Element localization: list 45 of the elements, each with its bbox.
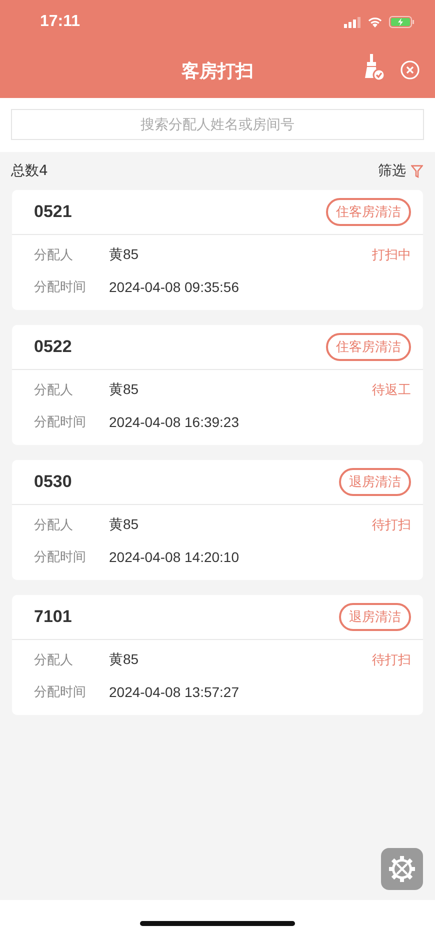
cleaning-type-tag: 住客房清洁: [326, 333, 411, 361]
room-card[interactable]: 0521 住客房清洁 分配人 黄85 打扫中 分配时间 2024-04-08 09:35:56: [12, 190, 423, 310]
assign-time: 2024-04-08 14:20:10: [109, 549, 240, 565]
close-icon[interactable]: [400, 60, 420, 80]
broom-icon[interactable]: [363, 54, 385, 82]
assign-time-label: 分配时间: [34, 414, 87, 431]
assign-time-label: 分配时间: [34, 549, 87, 566]
status-text: 打扫中: [372, 247, 411, 264]
assignee-name: 黄85: [109, 246, 140, 264]
page-title: 客房打扫: [182, 60, 254, 83]
cleaning-type-tag: 住客房清洁: [326, 198, 411, 226]
filter-icon: [411, 164, 423, 178]
wifi-icon: [367, 16, 383, 28]
assignee-name: 黄85: [109, 516, 140, 534]
assignee-name: 黄85: [109, 651, 140, 669]
total-count: 总数4: [11, 162, 48, 180]
assign-time-label: 分配时间: [34, 279, 87, 296]
room-card[interactable]: 0530 退房清洁 分配人 黄85 待打扫 分配时间 2024-04-08 14:20:10: [12, 460, 423, 580]
assignee-label: 分配人: [34, 652, 74, 669]
status-text: 待返工: [372, 382, 411, 399]
search-field[interactable]: 搜索分配人姓名或房间号: [11, 109, 424, 140]
room-number: 0521: [34, 202, 72, 222]
gear-icon: [387, 854, 417, 884]
signal-icon: [344, 16, 361, 28]
assign-time-label: 分配时间: [34, 684, 87, 701]
assign-time: 2024-04-08 09:35:56: [109, 279, 240, 295]
room-card[interactable]: 7101 退房清洁 分配人 黄85 待打扫 分配时间 2024-04-08 13:57:27: [12, 595, 423, 715]
settings-button[interactable]: [381, 848, 423, 890]
room-number: 0530: [34, 472, 72, 492]
room-number: 0522: [34, 337, 72, 357]
status-text: 待打扫: [372, 652, 411, 669]
cleaning-type-tag: 退房清洁: [339, 603, 411, 631]
cleaning-type-tag: 退房清洁: [339, 468, 411, 496]
battery-icon: [389, 16, 415, 28]
assignee-label: 分配人: [34, 382, 74, 399]
assignee-label: 分配人: [34, 517, 74, 534]
filter-button[interactable]: 筛选: [378, 162, 423, 180]
room-card[interactable]: 0522 住客房清洁 分配人 黄85 待返工 分配时间 2024-04-08 16:39:23: [12, 325, 423, 445]
room-number: 7101: [34, 607, 72, 627]
status-time: 17:11: [40, 13, 80, 31]
assign-time: 2024-04-08 13:57:27: [109, 684, 240, 700]
assignee-label: 分配人: [34, 247, 74, 264]
assign-time: 2024-04-08 16:39:23: [109, 414, 240, 430]
assignee-name: 黄85: [109, 381, 140, 399]
status-text: 待打扫: [372, 517, 411, 534]
